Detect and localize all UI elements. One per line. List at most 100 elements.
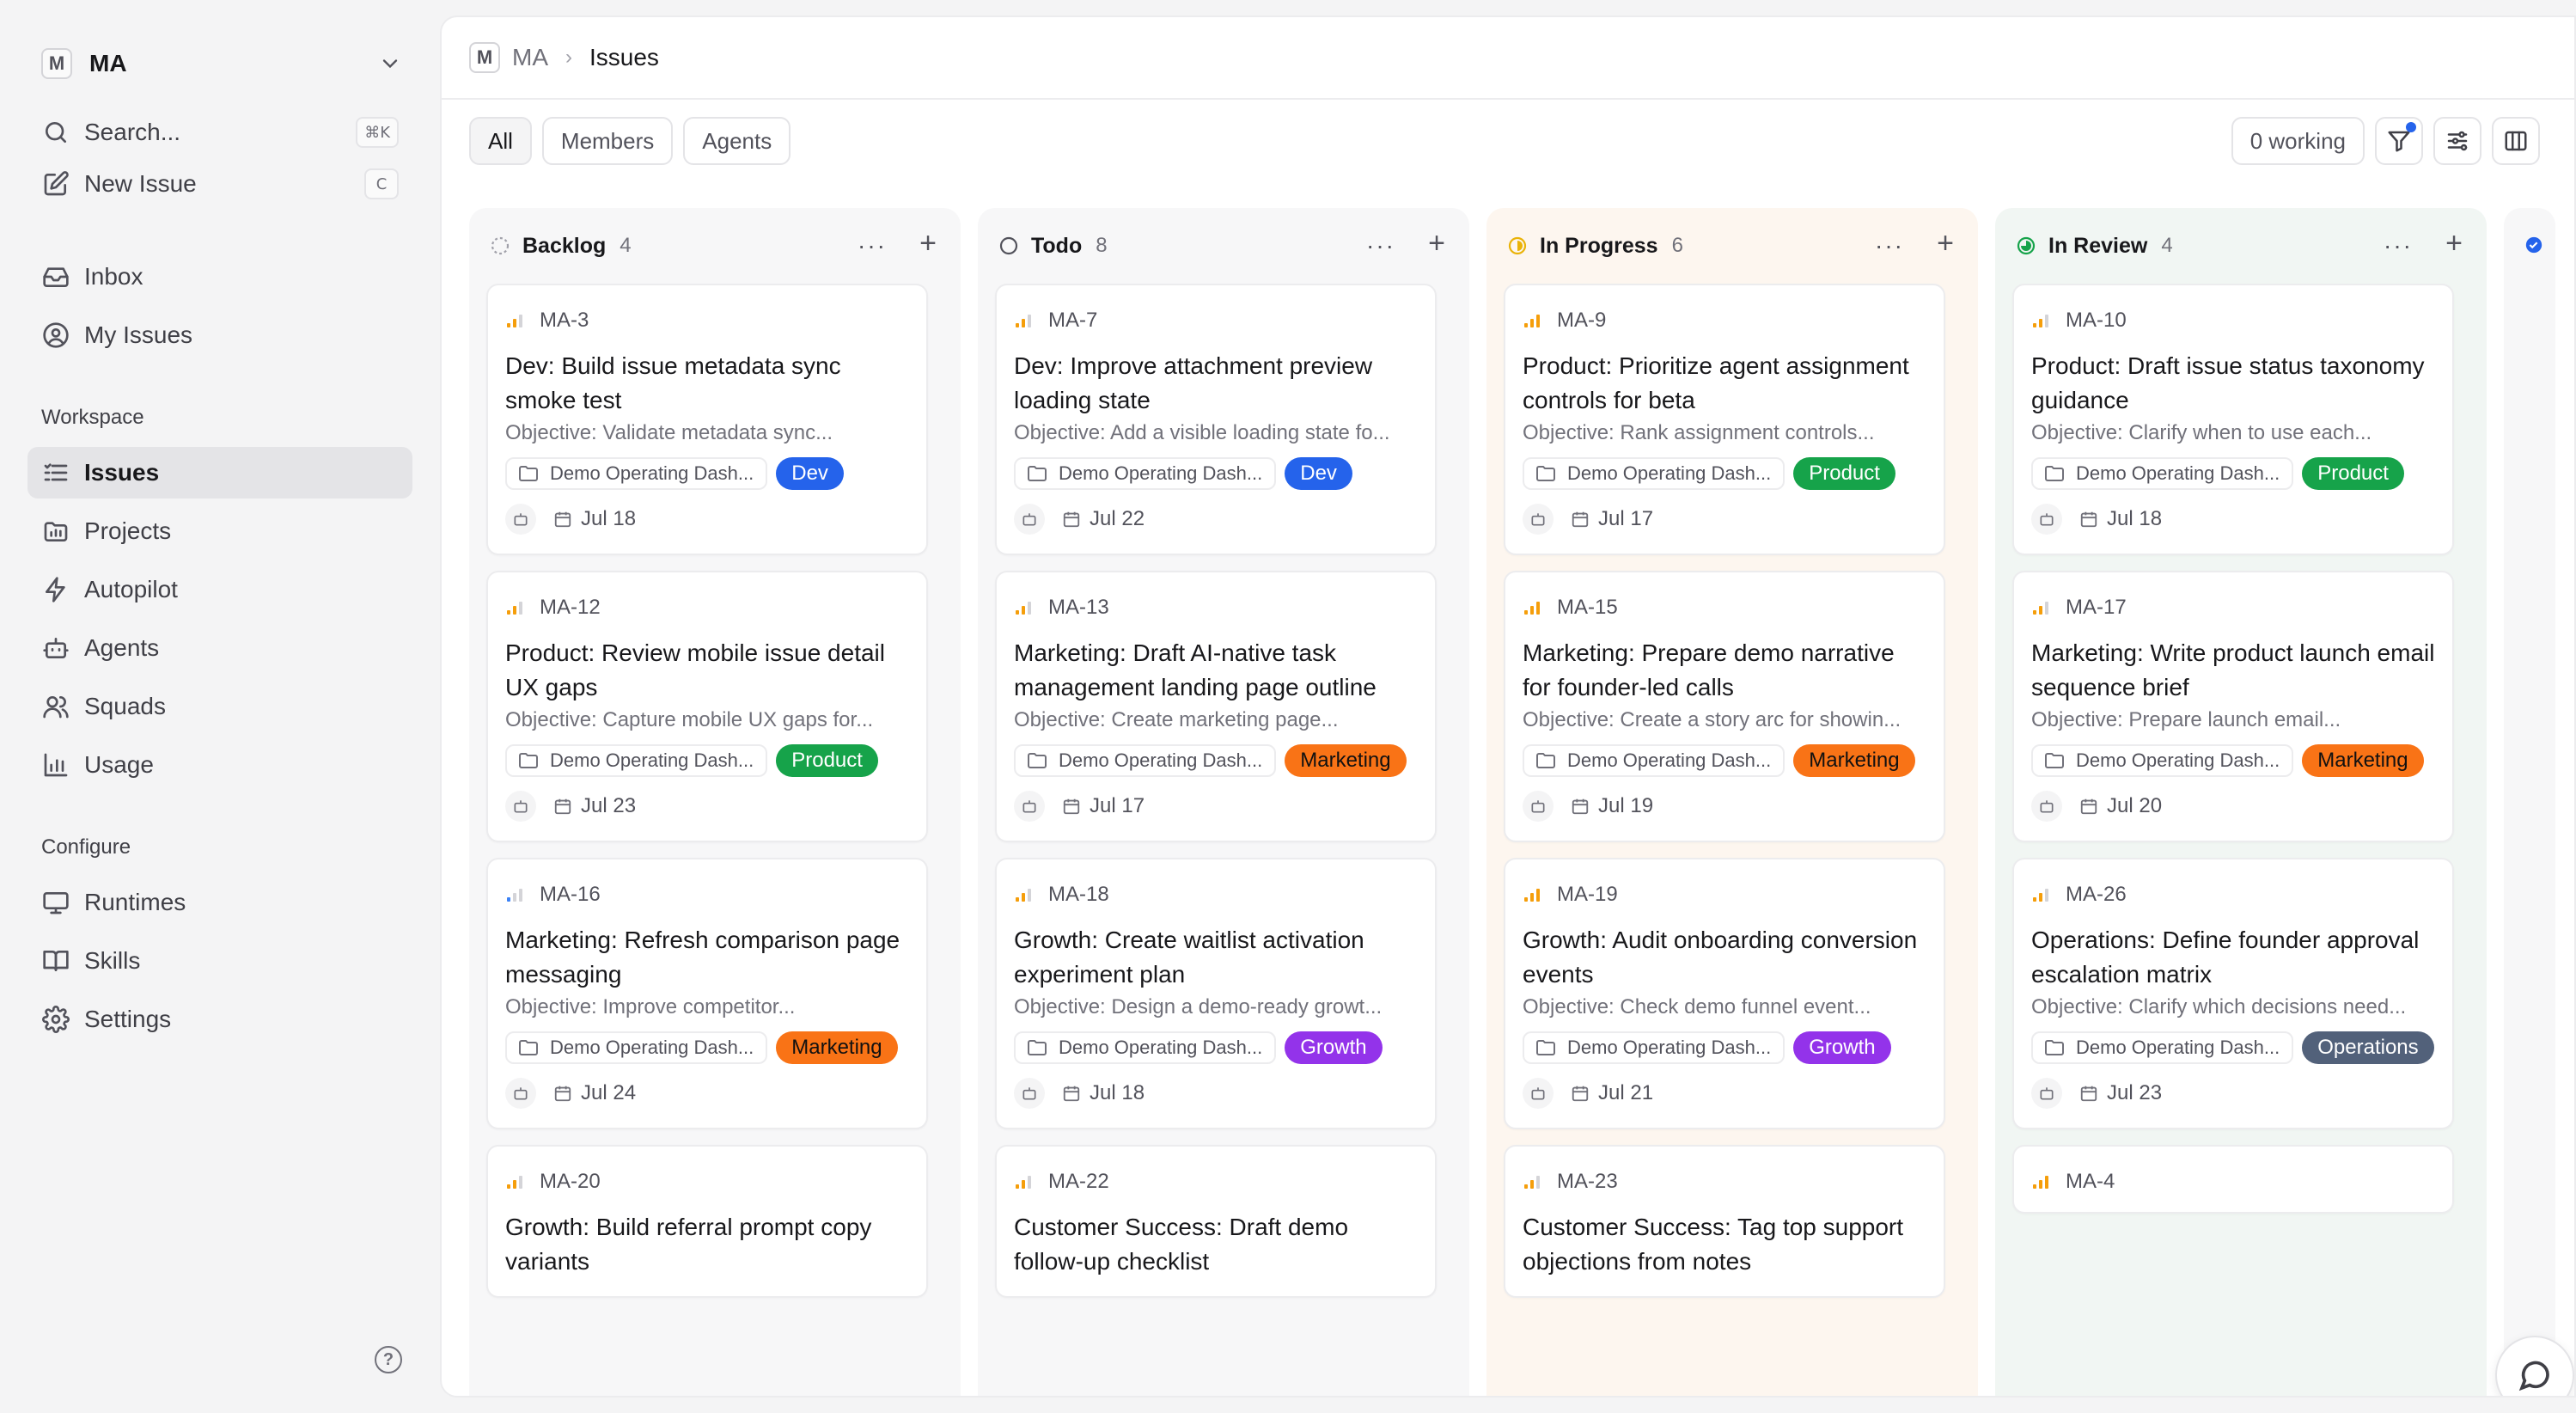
project-tag[interactable]: Demo Operating Dash... [1523,1031,1785,1064]
board-view-button[interactable] [2492,117,2540,165]
project-tag[interactable]: Demo Operating Dash... [1014,744,1277,777]
help-icon[interactable]: ? [375,1346,402,1373]
filter-button[interactable] [2375,117,2423,165]
project-tag[interactable]: Demo Operating Dash... [505,1031,768,1064]
sidebar-item-agents[interactable]: Agents [27,622,412,674]
agent-assignee-icon[interactable] [505,1078,536,1109]
label-badge[interactable]: Growth [1793,1031,1891,1064]
card-meta: Jul 21 [1523,1076,1926,1110]
agent-assignee-icon[interactable] [1014,791,1045,822]
issue-card[interactable]: MA-12 Product: Review mobile issue detai… [486,571,928,842]
sidebar-item-my-issues[interactable]: My Issues [27,309,412,361]
new-issue-button[interactable]: New Issue C [27,158,412,210]
issue-card[interactable]: MA-15 Marketing: Prepare demo narrative … [1504,571,1945,842]
add-issue-icon[interactable]: + [919,227,937,260]
more-options-icon[interactable]: ··· [1875,232,1904,260]
more-options-icon[interactable]: ··· [1366,232,1395,260]
label-badge[interactable]: Growth [1285,1031,1383,1064]
folder-icon [1028,753,1047,768]
issue-card[interactable]: MA-9 Product: Prioritize agent assignmen… [1504,284,1945,555]
project-tag[interactable]: Demo Operating Dash... [505,457,768,490]
agent-assignee-icon[interactable] [1523,504,1554,535]
tab-agents[interactable]: Agents [683,117,791,165]
agent-assignee-icon[interactable] [2031,1078,2062,1109]
display-options-button[interactable] [2433,117,2481,165]
issue-card[interactable]: MA-3 Dev: Build issue metadata sync smok… [486,284,928,555]
agent-assignee-icon[interactable] [505,791,536,822]
add-issue-icon[interactable]: + [1428,227,1445,260]
label-badge[interactable]: Marketing [1793,744,1915,777]
sidebar-item-skills[interactable]: Skills [27,935,412,987]
label-badge[interactable]: Marketing [1285,744,1407,777]
agent-assignee-icon[interactable] [505,504,536,535]
project-tag[interactable]: Demo Operating Dash... [1014,457,1277,490]
more-options-icon[interactable]: ··· [858,232,887,260]
issue-card[interactable]: MA-22 Customer Success: Draft demo follo… [995,1145,1437,1298]
issue-card[interactable]: MA-26 Operations: Define founder approva… [2012,858,2454,1129]
label-badge[interactable]: Product [1793,457,1895,490]
sidebar-item-autopilot[interactable]: Autopilot [27,564,412,615]
issue-card[interactable]: MA-7 Dev: Improve attachment preview loa… [995,284,1437,555]
issue-card[interactable]: MA-16 Marketing: Refresh comparison page… [486,858,928,1129]
breadcrumb-workspace[interactable]: MA [512,44,548,71]
add-issue-icon[interactable]: + [2445,227,2463,260]
sidebar-item-settings[interactable]: Settings [27,994,412,1045]
calendar-icon [1572,1086,1589,1102]
card-header: MA-26 [2031,882,2435,908]
sidebar-item-runtimes[interactable]: Runtimes [27,877,412,928]
label-badge[interactable]: Dev [776,457,844,490]
issue-card[interactable]: MA-19 Growth: Audit onboarding conversio… [1504,858,1945,1129]
issue-card[interactable]: MA-20 Growth: Build referral prompt copy… [486,1145,928,1298]
calendar-icon [1063,1086,1080,1102]
priority-bars-icon [1014,886,1035,903]
agent-assignee-icon[interactable] [1523,1078,1554,1109]
sidebar-item-projects[interactable]: Projects [27,505,412,557]
sidebar-item-squads[interactable]: Squads [27,681,412,732]
label-badge[interactable]: Marketing [2302,744,2424,777]
sidebar: M MA Search... ⌘K New Issue C Inbox My I… [0,0,436,1413]
sidebar-item-inbox[interactable]: Inbox [27,251,412,303]
more-options-icon[interactable]: ··· [2384,232,2413,260]
agent-assignee-icon[interactable] [2031,791,2062,822]
agent-assignee-icon[interactable] [1014,504,1045,535]
label-badge[interactable]: Marketing [776,1031,898,1064]
project-tag[interactable]: Demo Operating Dash... [505,744,768,777]
search-button[interactable]: Search... ⌘K [27,107,412,158]
issue-card[interactable]: MA-18 Growth: Create waitlist activation… [995,858,1437,1129]
project-tag[interactable]: Demo Operating Dash... [2031,1031,2294,1064]
issue-card[interactable]: MA-17 Marketing: Write product launch em… [2012,571,2454,842]
project-tag[interactable]: Demo Operating Dash... [1523,457,1785,490]
agent-assignee-icon[interactable] [2031,504,2062,535]
issue-card[interactable]: MA-10 Product: Draft issue status taxono… [2012,284,2454,555]
workspace-switcher[interactable]: M MA [41,45,402,83]
issue-card[interactable]: MA-4 [2012,1145,2454,1214]
priority-bars-icon [2031,599,2052,616]
label-badge[interactable]: Product [776,744,878,777]
due-date: Jul 18 [2107,507,2163,530]
sidebar-item-label: Usage [84,751,154,778]
sidebar-item-label: Runtimes [84,889,186,915]
label-badge[interactable]: Dev [1285,457,1352,490]
sidebar-item-usage[interactable]: Usage [27,739,412,791]
project-tag[interactable]: Demo Operating Dash... [1523,744,1785,777]
issue-id: MA-22 [1048,1170,1109,1193]
sidebar-item-issues[interactable]: Issues [27,447,412,499]
tab-members[interactable]: Members [541,117,674,165]
project-name: Demo Operating Dash... [1567,462,1772,484]
label-badge[interactable]: Product [2302,457,2404,490]
working-indicator[interactable]: 0 working [2231,117,2365,165]
add-issue-icon[interactable]: + [1937,227,1954,260]
gear-icon [41,1005,70,1034]
tab-all[interactable]: All [469,117,532,165]
issue-id: MA-3 [540,309,589,332]
project-tag[interactable]: Demo Operating Dash... [2031,457,2294,490]
agent-assignee-icon[interactable] [1523,791,1554,822]
issue-card[interactable]: MA-23 Customer Success: Tag top support … [1504,1145,1945,1298]
issue-title: Growth: Create waitlist activation exper… [1014,927,1364,988]
agent-assignee-icon[interactable] [1014,1078,1045,1109]
label-badge[interactable]: Operations [2302,1031,2434,1064]
folder-icon [1028,1040,1047,1055]
project-tag[interactable]: Demo Operating Dash... [1014,1031,1277,1064]
issue-card[interactable]: MA-13 Marketing: Draft AI-native task ma… [995,571,1437,842]
project-tag[interactable]: Demo Operating Dash... [2031,744,2294,777]
